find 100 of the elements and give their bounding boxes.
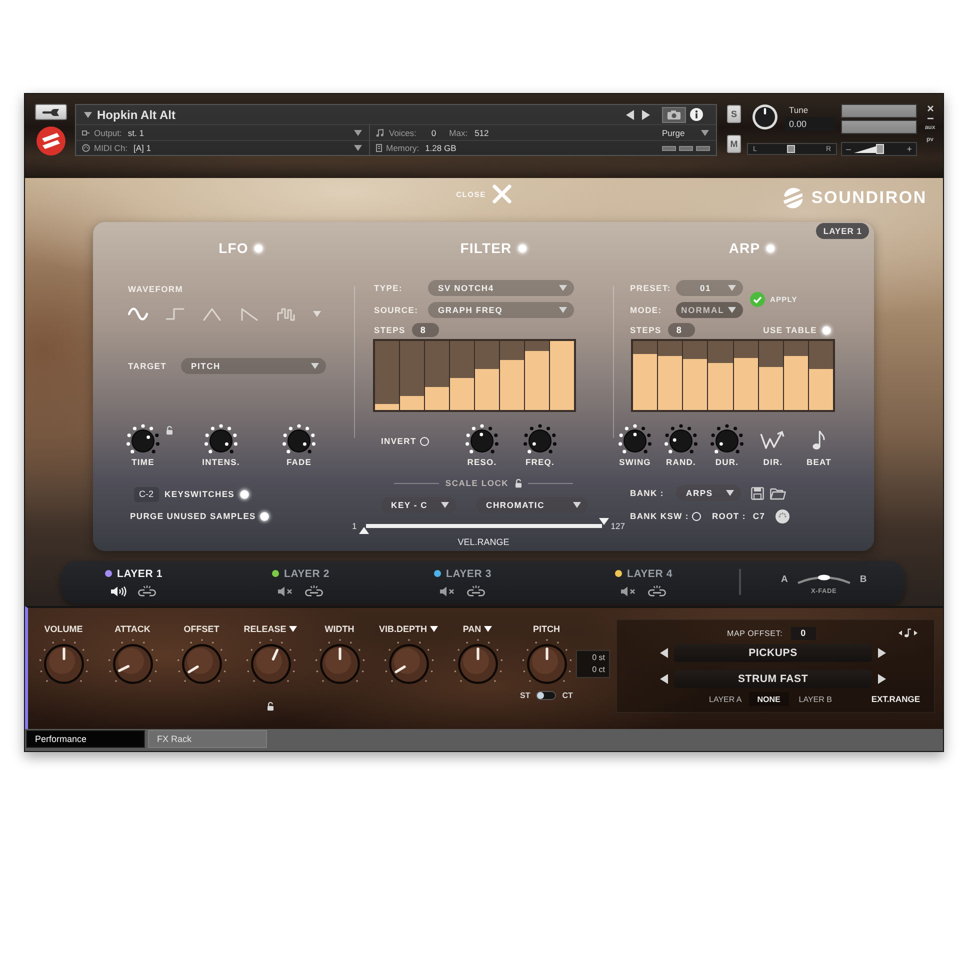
map-offset-field[interactable]: 0 (790, 626, 816, 640)
arrow-right-icon[interactable] (878, 674, 886, 684)
midi-channel-dropdown[interactable]: [A] 1 (134, 141, 369, 155)
arrow-left-icon[interactable] (626, 110, 634, 120)
power-toggle[interactable] (254, 244, 264, 252)
note-arrows-icon[interactable] (898, 628, 918, 638)
speaker-icon[interactable] (110, 586, 127, 596)
knob-label: OFFSET (184, 623, 220, 635)
padlock-icon[interactable] (514, 478, 522, 488)
power-toggle[interactable] (766, 244, 776, 252)
knob[interactable] (663, 424, 699, 456)
mute-button[interactable]: M (727, 135, 741, 153)
field-label: USE TABLE (763, 326, 817, 334)
pitch-value: 0 ct (592, 664, 605, 676)
zigzag-arrow-icon[interactable] (759, 429, 787, 451)
link-icon[interactable] (304, 585, 324, 597)
toggle-label: CT (562, 690, 573, 700)
knob-label: ATTACK (114, 623, 150, 635)
solo-button[interactable]: S (727, 105, 741, 123)
disc-icon[interactable] (775, 508, 790, 524)
field-label: INVERT (381, 436, 416, 446)
slider-handle[interactable] (358, 527, 369, 534)
midi-icon (82, 144, 90, 152)
brand-name: SOUNDIRON (811, 188, 927, 208)
link-icon[interactable] (137, 585, 157, 597)
link-icon[interactable] (466, 585, 486, 597)
field-label: SOURCE: (374, 306, 420, 314)
meter-bar (696, 146, 710, 150)
toggle-button[interactable] (260, 512, 269, 520)
slider-thumb[interactable] (876, 144, 884, 154)
layer-tab[interactable]: LAYER 3 (434, 567, 492, 580)
caret-icon[interactable] (84, 112, 92, 118)
knob-label: WIDTH (324, 623, 354, 635)
music-note-icon[interactable] (812, 429, 826, 451)
tab[interactable]: FX Rack (148, 730, 267, 748)
power-toggle[interactable] (518, 244, 527, 252)
articulation-selector[interactable]: STRUM FAST (674, 670, 872, 688)
slider-thumb[interactable] (787, 145, 795, 153)
knob[interactable] (125, 424, 161, 456)
close-icon[interactable] (926, 105, 934, 112)
layer-tab[interactable]: LAYER 2 (272, 567, 330, 580)
step-sequencer[interactable] (373, 339, 576, 412)
layer-tab[interactable]: LAYER 4 (615, 567, 672, 580)
wrench-button[interactable] (35, 104, 67, 120)
knob[interactable] (617, 424, 653, 456)
layer-select-field[interactable]: NONE (748, 692, 789, 706)
ext-range-button[interactable]: EXT.RANGE (871, 694, 920, 704)
arrow-left-icon[interactable] (660, 648, 668, 658)
muted-speaker-icon[interactable] (620, 586, 637, 596)
link-icon[interactable] (647, 585, 667, 597)
field-label: TARGET (128, 362, 168, 370)
caret-icon[interactable] (484, 626, 492, 632)
steps-field[interactable]: 8 (668, 323, 696, 337)
toggle-button[interactable] (692, 512, 701, 520)
muted-speaker-icon[interactable] (277, 586, 294, 596)
field-label: WAVEFORM (128, 284, 184, 294)
folder-icon[interactable] (770, 486, 786, 500)
steps-field[interactable]: 8 (412, 323, 440, 337)
tab[interactable]: Performance (26, 730, 145, 748)
section-title: LFO (218, 240, 248, 256)
arrow-right-icon[interactable] (642, 110, 650, 120)
caret-icon[interactable] (430, 626, 438, 632)
field-label: MIDI Ch: (94, 143, 128, 153)
info-icon[interactable] (690, 108, 703, 121)
minimize-icon[interactable] (926, 117, 934, 120)
tune-knob[interactable] (752, 104, 778, 130)
meter-bar (679, 146, 693, 150)
caret-icon[interactable] (289, 626, 298, 632)
arrow-right-icon[interactable] (878, 648, 886, 658)
sine-wave-icon[interactable] (128, 307, 148, 321)
toggle-button[interactable] (420, 436, 430, 446)
arrow-left-icon[interactable] (660, 674, 668, 684)
bank-dropdown[interactable]: ARPS (676, 485, 741, 501)
toggle-switch[interactable] (536, 690, 556, 700)
camera-button[interactable] (662, 106, 686, 122)
target-dropdown[interactable]: PITCH (181, 358, 326, 374)
caret-icon (728, 285, 736, 291)
memory-value: 1.28 GB (425, 143, 456, 153)
caret-icon (354, 145, 362, 151)
knob-label: RAND. (666, 456, 696, 468)
purge-dropdown[interactable]: Purge (662, 125, 716, 140)
volume-slider[interactable]: – + (841, 142, 917, 156)
field-label: MODE: (630, 306, 663, 314)
field-label: Output: (94, 128, 122, 138)
slider-thumb[interactable] (818, 574, 830, 580)
muted-speaker-icon[interactable] (439, 586, 456, 596)
layer-tab[interactable]: LAYER 1 (105, 567, 162, 580)
slider-handle[interactable] (598, 518, 609, 525)
scale-dropdown[interactable]: CHROMATIC (476, 497, 588, 513)
source-dropdown[interactable]: GRAPH FREQ (428, 302, 574, 318)
knob[interactable] (464, 424, 500, 456)
key-dropdown[interactable]: KEY - C (381, 497, 456, 513)
step-sequencer[interactable] (631, 339, 835, 412)
button-label: DIR. (763, 456, 783, 468)
toggle-button[interactable] (822, 326, 831, 334)
toggle-button[interactable] (240, 490, 249, 498)
articulation-selector[interactable]: PICKUPS (674, 644, 872, 662)
output-dropdown[interactable]: st. 1 (128, 125, 369, 140)
padlock-icon[interactable] (267, 702, 274, 711)
voices-icon (376, 128, 385, 136)
